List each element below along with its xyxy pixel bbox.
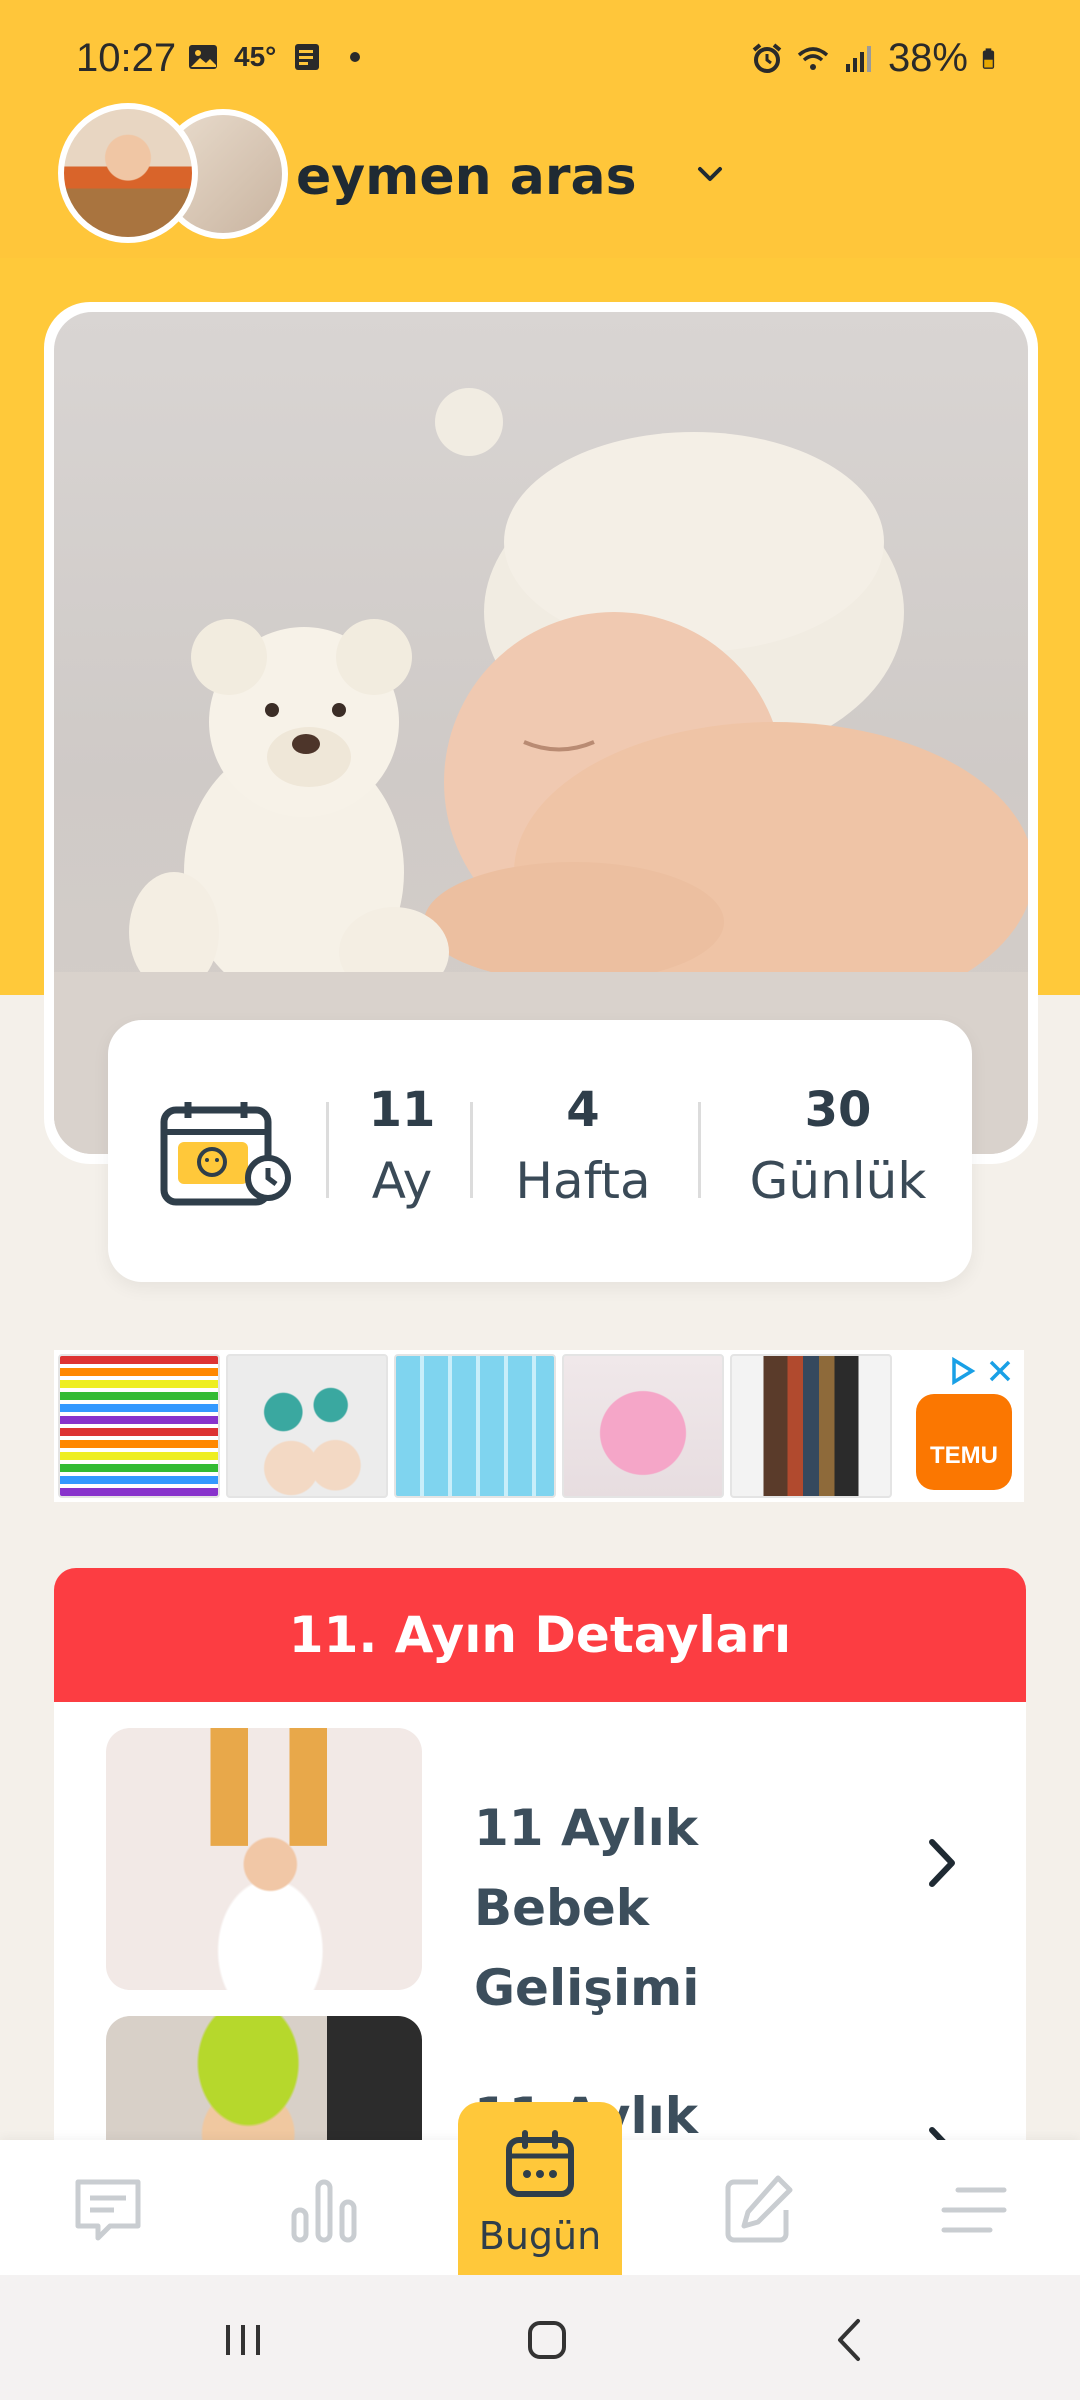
months-label: Ay: [371, 1152, 433, 1210]
back-icon[interactable]: [826, 2315, 876, 2365]
recent-apps-icon[interactable]: [218, 2315, 268, 2365]
days-value: 30: [804, 1082, 872, 1138]
age-months: 11 Ay: [354, 1082, 450, 1210]
home-icon[interactable]: [522, 2315, 572, 2365]
development-thumbnail: [106, 1728, 422, 1990]
age-divider: [326, 1102, 329, 1198]
tab-today-label: Bugün: [478, 2214, 602, 2258]
battery-percent: 38%: [887, 36, 968, 80]
profile-name: eymen aras: [296, 147, 637, 207]
ad-banner[interactable]: TEMU: [54, 1350, 1024, 1502]
months-value: 11: [368, 1082, 436, 1138]
edit-icon[interactable]: [718, 2170, 798, 2250]
weeks-value: 4: [566, 1082, 600, 1138]
details-title: 11. Ayın Detayları: [288, 1606, 792, 1664]
list-item[interactable]: 11 Aylık Bebek Gelişimi: [54, 1728, 1026, 2017]
note-icon: [295, 44, 320, 70]
age-weeks: 4 Hafta: [488, 1082, 678, 1210]
status-temperature: 45°: [234, 41, 277, 72]
ad-product-pens[interactable]: [58, 1354, 220, 1498]
ad-product-top[interactable]: [562, 1354, 724, 1498]
ad-product-coat[interactable]: [730, 1354, 892, 1498]
ad-product-labels[interactable]: [394, 1354, 556, 1498]
weeks-label: Hafta: [515, 1152, 651, 1210]
system-navigation-bar: [0, 2275, 1080, 2400]
calendar-baby-icon: [160, 1102, 291, 1206]
age-divider: [698, 1102, 701, 1198]
gallery-icon: [189, 45, 217, 69]
close-icon[interactable]: [986, 1357, 1014, 1385]
avatar: [58, 103, 198, 243]
tab-today[interactable]: Bugün: [458, 2102, 622, 2275]
days-label: Günlük: [749, 1152, 927, 1210]
ad-brand-area[interactable]: TEMU: [898, 1354, 1018, 1498]
details-header: 11. Ayın Detayları: [54, 1568, 1026, 1702]
list-item-title: 11 Aylık Bebek Gelişimi: [474, 1799, 700, 2017]
temu-logo[interactable]: TEMU: [916, 1394, 1012, 1490]
chevron-down-icon[interactable]: [690, 155, 730, 195]
age-summary-card: 11 Ay 4 Hafta 30 Günlük: [108, 1020, 972, 1282]
profile-switcher[interactable]: eymen aras: [58, 103, 758, 243]
battery-icon: [982, 47, 995, 69]
menu-icon[interactable]: [934, 2170, 1014, 2250]
dot-icon: [350, 52, 361, 62]
status-left-icons: 45°: [186, 40, 372, 74]
ad-controls: [948, 1356, 1014, 1386]
status-time: 10:27: [76, 36, 177, 80]
chevron-right-icon[interactable]: [918, 1834, 966, 1892]
adchoices-icon[interactable]: [948, 1356, 978, 1386]
age-divider: [470, 1102, 473, 1198]
status-right-icons: 38%: [750, 36, 1004, 81]
chat-icon[interactable]: [68, 2170, 148, 2250]
stats-icon[interactable]: [284, 2170, 364, 2250]
calendar-icon: [506, 2130, 574, 2197]
age-days: 30 Günlük: [716, 1082, 960, 1210]
alarm-icon: [752, 42, 782, 73]
status-bar: 10:27 45° 38%: [0, 0, 1080, 120]
temu-brand-text: TEMU: [930, 1442, 998, 1469]
signal-icon: [845, 45, 871, 72]
ad-product-sandals[interactable]: [226, 1354, 388, 1498]
wifi-icon: [797, 46, 829, 70]
